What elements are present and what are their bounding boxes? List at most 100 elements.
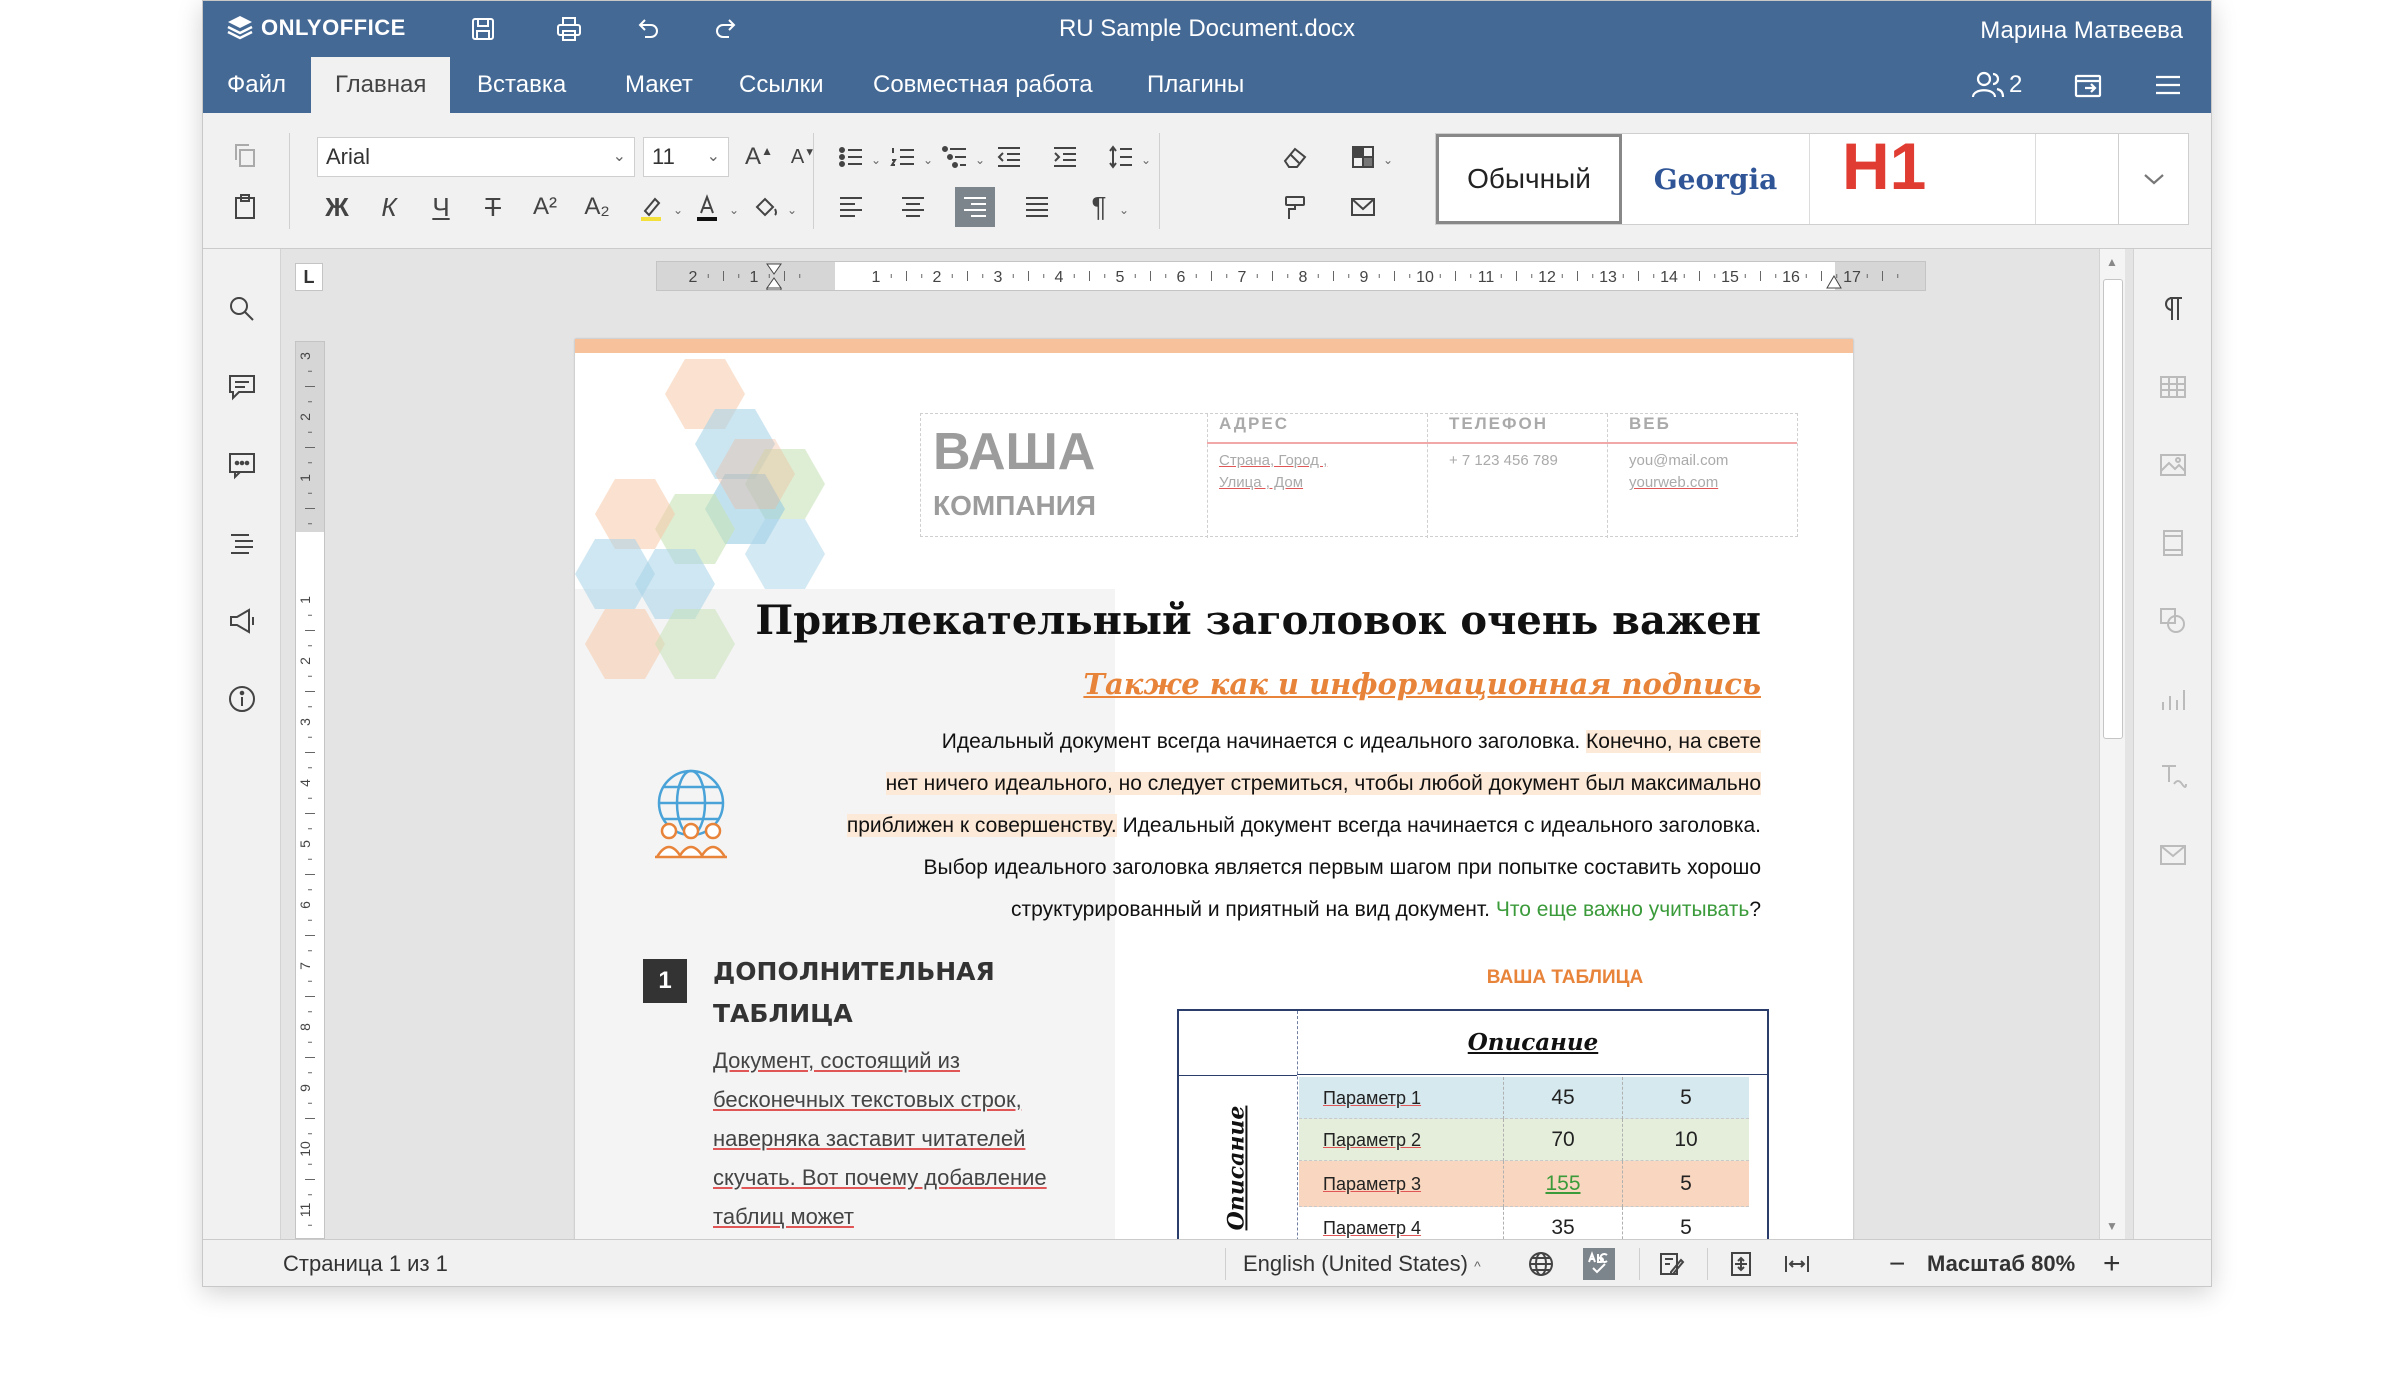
chevron-down-icon[interactable]: ⌄ bbox=[673, 204, 683, 216]
fit-page-icon bbox=[1731, 1252, 1751, 1276]
font-color-button[interactable] bbox=[687, 187, 727, 227]
tab-collaboration[interactable]: Совместная работа bbox=[849, 57, 1117, 113]
tab-references[interactable]: Ссылки bbox=[715, 57, 848, 113]
chart-settings-button[interactable] bbox=[2153, 679, 2193, 719]
tab-home[interactable]: Главная bbox=[311, 57, 451, 113]
search-button[interactable] bbox=[222, 289, 262, 329]
document-language-button[interactable] bbox=[1525, 1248, 1557, 1280]
track-changes-button[interactable] bbox=[1655, 1248, 1687, 1280]
company-header: ВАША КОМПАНИЯ АДРЕС Страна, Город , Улиц… bbox=[920, 413, 1798, 538]
text-art-settings-button[interactable] bbox=[2153, 757, 2193, 797]
about-button[interactable] bbox=[222, 679, 262, 719]
chevron-down-icon[interactable]: ⌄ bbox=[1383, 154, 1393, 166]
fit-width-button[interactable] bbox=[1781, 1248, 1813, 1280]
comments-button[interactable] bbox=[222, 367, 262, 407]
divider bbox=[1225, 1248, 1226, 1280]
navigation-button[interactable] bbox=[222, 523, 262, 563]
highlight-color-button[interactable] bbox=[631, 187, 671, 227]
chevron-down-icon[interactable]: ⌄ bbox=[787, 204, 797, 216]
right-indent-marker[interactable] bbox=[1826, 275, 1842, 289]
chevron-down-icon[interactable]: ⌄ bbox=[975, 154, 985, 166]
document-page[interactable]: ВАША КОМПАНИЯ АДРЕС Страна, Город , Улиц… bbox=[575, 339, 1853, 1239]
paragraph-settings-button[interactable] bbox=[2153, 289, 2193, 329]
feedback-button[interactable] bbox=[222, 601, 262, 641]
chat-button[interactable] bbox=[222, 445, 262, 485]
copy-style-button[interactable] bbox=[1275, 187, 1315, 227]
style-georgia-label: Georgia bbox=[1653, 162, 1778, 196]
tab-file[interactable]: Файл bbox=[203, 57, 310, 113]
eraser-icon bbox=[1283, 147, 1307, 168]
clear-style-button[interactable] bbox=[1275, 137, 1315, 177]
para-highlight: приближен к совершенству. bbox=[846, 814, 1117, 837]
paste-button[interactable] bbox=[225, 187, 265, 227]
table-settings-button[interactable] bbox=[2153, 367, 2193, 407]
copy-button[interactable] bbox=[225, 135, 265, 175]
scroll-down-icon[interactable]: ▼ bbox=[2106, 1219, 2118, 1233]
spell-check-button[interactable] bbox=[1583, 1248, 1615, 1280]
users-button[interactable]: 2 bbox=[1971, 57, 2022, 113]
horizontal-ruler[interactable]: 2 1 1 2 3 4 5 6 7 8 9 10 11 12 13 14 15 16 17 bbox=[656, 261, 1926, 291]
website-value: yourweb.com bbox=[1629, 474, 1719, 491]
superscript-button[interactable]: A² bbox=[525, 187, 565, 227]
scroll-up-icon[interactable]: ▲ bbox=[2106, 255, 2118, 269]
mail-merge-settings-button[interactable] bbox=[2153, 835, 2193, 875]
vertical-scrollbar[interactable]: ▲ ▼ bbox=[2099, 249, 2125, 1239]
table-value-2: 5 bbox=[1680, 1172, 1692, 1195]
zoom-out-button[interactable]: − bbox=[1889, 1240, 1905, 1286]
nonprinting-chars-button[interactable]: ¶ bbox=[1079, 187, 1119, 227]
multilevel-list-button[interactable] bbox=[935, 137, 975, 177]
header-footer-button[interactable] bbox=[2153, 523, 2193, 563]
color-scheme-icon bbox=[1352, 146, 1374, 168]
italic-button[interactable]: К bbox=[369, 187, 409, 227]
page-info[interactable]: Страница 1 из 1 bbox=[283, 1240, 448, 1286]
tab-insert[interactable]: Вставка bbox=[453, 57, 590, 113]
user-name[interactable]: Марина Матвеева bbox=[1980, 17, 2183, 45]
bold-button[interactable]: Ж bbox=[317, 187, 357, 227]
style-h1[interactable]: H1 bbox=[1810, 133, 2036, 224]
image-settings-button[interactable] bbox=[2153, 445, 2193, 485]
document-table[interactable]: Описание Описание Параметр 1 45 5 Параме… bbox=[1177, 1009, 1769, 1239]
style-georgia[interactable]: Georgia bbox=[1622, 134, 1810, 224]
color-scheme-button[interactable] bbox=[1343, 137, 1383, 177]
chevron-down-icon[interactable]: ⌄ bbox=[1119, 204, 1129, 216]
shape-settings-button[interactable] bbox=[2153, 601, 2193, 641]
line-spacing-button[interactable] bbox=[1101, 137, 1141, 177]
language-selector[interactable]: English (United States) ^ bbox=[1243, 1240, 1481, 1286]
tab-plugins[interactable]: Плагины bbox=[1123, 57, 1268, 113]
more-menu-button[interactable] bbox=[2153, 57, 2183, 113]
font-size-combo[interactable]: 11 ⌄ bbox=[643, 137, 729, 177]
track-changes-icon bbox=[1660, 1253, 1685, 1275]
zoom-in-button[interactable]: + bbox=[2103, 1240, 2121, 1286]
chevron-down-icon[interactable]: ⌄ bbox=[1141, 154, 1151, 166]
ruler-tick-label: 5 bbox=[1116, 269, 1125, 286]
align-left-button[interactable] bbox=[831, 187, 871, 227]
styles-more-button[interactable] bbox=[2118, 134, 2188, 224]
underline-button[interactable]: Ч bbox=[421, 187, 461, 227]
scrollbar-thumb[interactable] bbox=[2103, 279, 2123, 739]
mail-merge-button[interactable] bbox=[1343, 187, 1383, 227]
vertical-ruler[interactable]: 3 2 1 1 2 3 4 5 6 7 8 9 10 11 bbox=[295, 341, 325, 1239]
subscript-button[interactable]: A₂ bbox=[577, 187, 617, 227]
style-normal[interactable]: Обычный bbox=[1436, 134, 1622, 224]
chevron-down-icon[interactable]: ⌄ bbox=[729, 204, 739, 216]
align-center-button[interactable] bbox=[893, 187, 933, 227]
chevron-down-icon[interactable]: ⌄ bbox=[871, 154, 881, 166]
shading-button[interactable] bbox=[745, 187, 785, 227]
zoom-level[interactable]: Масштаб 80% bbox=[1927, 1240, 2075, 1286]
align-right-button[interactable] bbox=[955, 187, 995, 227]
bullets-button[interactable] bbox=[831, 137, 871, 177]
open-location-button[interactable] bbox=[2073, 57, 2105, 113]
decrease-indent-button[interactable] bbox=[989, 137, 1029, 177]
tab-layout[interactable]: Макет bbox=[601, 57, 717, 113]
font-name-combo[interactable]: Arial ⌄ bbox=[317, 137, 635, 177]
justify-button[interactable] bbox=[1017, 187, 1057, 227]
fit-page-button[interactable] bbox=[1725, 1248, 1757, 1280]
strikethrough-button[interactable]: Т bbox=[473, 187, 513, 227]
increase-font-button[interactable]: A▲ bbox=[739, 137, 779, 177]
document-workspace[interactable]: L 2 1 1 2 3 4 5 6 7 8 9 10 11 12 13 14 15 16 17 3211234567… bbox=[281, 249, 2135, 1239]
tab-stop-selector[interactable]: L bbox=[295, 263, 323, 291]
numbering-button[interactable] bbox=[883, 137, 923, 177]
chevron-down-icon[interactable]: ⌄ bbox=[923, 154, 933, 166]
decrease-font-button[interactable]: A▼ bbox=[783, 137, 823, 177]
increase-indent-button[interactable] bbox=[1045, 137, 1085, 177]
